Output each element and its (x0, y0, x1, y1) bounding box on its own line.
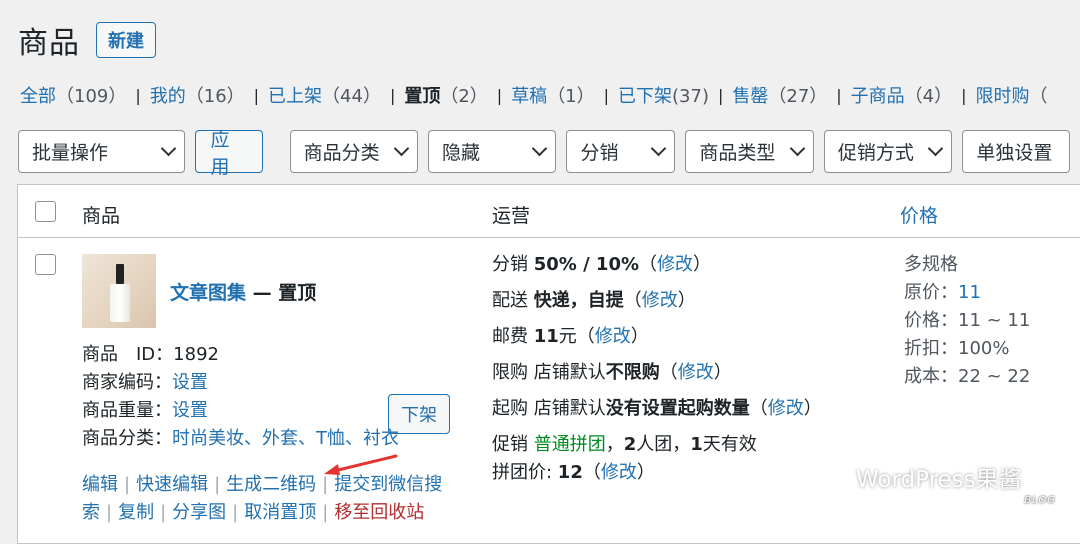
separator: | (603, 85, 610, 105)
category-select[interactable]: 商品分类 (289, 130, 419, 173)
chevron-down-icon (789, 140, 806, 157)
price-cost: 成本：22 ~ 22 (904, 366, 1031, 387)
table-header: 商品 运营 价格 (18, 185, 1080, 238)
distribution-select[interactable]: 分销 (566, 130, 676, 173)
separator: | (496, 85, 503, 105)
unsticky-link[interactable]: 取消置顶 (244, 502, 316, 523)
separator: | (961, 85, 967, 105)
filter-toolbar: 批量操作 应用 商品分类 隐藏 分销 商品类型 促销方式 单独设置 (18, 129, 1080, 178)
separator: | (717, 85, 724, 105)
separator: | (253, 85, 260, 105)
filter-draft[interactable]: 草稿（1） (511, 82, 594, 108)
product-weight: 商品重量：设置 (82, 400, 208, 421)
filter-mine[interactable]: 我的（16） (150, 82, 245, 108)
bulk-action-select[interactable]: 批量操作 (18, 130, 186, 173)
filter-published[interactable]: 已上架（44） (268, 82, 381, 108)
chevron-down-icon (161, 140, 177, 157)
filter-sticky[interactable]: 置顶（2） (404, 82, 487, 108)
price-discount: 折扣：100% (904, 338, 1010, 359)
ops-distribution: 分销 50% / 10%（修改） (492, 254, 712, 275)
product-title-link[interactable]: 文章图集 (170, 282, 246, 304)
price-range: 价格：11 ~ 11 (904, 310, 1031, 331)
quick-edit-link[interactable]: 快速编辑 (136, 474, 208, 495)
submit-wechat-search-link[interactable]: 提交到微信搜 (334, 474, 442, 495)
row-checkbox[interactable] (35, 254, 56, 275)
promotion-type-link[interactable]: 普通拼团 (534, 434, 606, 455)
product-sku: 商家编码：设置 (82, 372, 208, 393)
row-actions-2: 索 | 复制 | 分享图 | 取消置顶 | 移至回收站 (82, 502, 425, 523)
chevron-down-icon (651, 140, 667, 157)
visibility-select[interactable]: 隐藏 (428, 130, 557, 173)
original-price-link[interactable]: 11 (958, 282, 981, 303)
select-all-checkbox[interactable] (35, 201, 56, 222)
product-id: 商品 ID：1892 (82, 344, 219, 365)
product-state: — 置顶 (246, 282, 317, 304)
edit-group-price-link[interactable]: 修改 (601, 462, 637, 483)
weight-set-link[interactable]: 设置 (172, 400, 208, 421)
ops-group-price: 拼团价: 12（修改） (492, 462, 655, 483)
filter-soldout[interactable]: 售罄（27） (732, 82, 827, 108)
duplicate-link[interactable]: 复制 (118, 502, 154, 523)
title-row: 商品 新建 (18, 18, 156, 62)
edit-min-link[interactable]: 修改 (768, 398, 804, 419)
share-image-link[interactable]: 分享图 (172, 502, 226, 523)
column-header-price[interactable]: 价格 (900, 201, 938, 228)
ops-shipping: 邮费 11元（修改） (492, 326, 649, 347)
filter-subproducts[interactable]: 子商品（4） (851, 82, 952, 108)
category-links[interactable]: 时尚美妆、外套、T恤、衬衣 (172, 428, 399, 449)
bottle-image (110, 264, 130, 322)
page-title: 商品 (18, 26, 80, 61)
column-header-name[interactable]: 商品 (82, 201, 120, 228)
new-product-button[interactable]: 新建 (96, 22, 156, 58)
watermark: WordPress果酱 (808, 460, 1022, 494)
sku-set-link[interactable]: 设置 (172, 372, 208, 393)
ops-promotion: 促销 普通拼团，2人团，1天有效 (492, 434, 757, 455)
column-header-ops: 运营 (492, 205, 531, 227)
annotation-arrow-icon (324, 454, 398, 475)
edit-distribution-link[interactable]: 修改 (657, 254, 693, 275)
watermark-text: WordPress果酱 (856, 467, 1022, 493)
ops-delivery: 配送 快递，自提（修改） (492, 290, 696, 311)
filter-unlisted[interactable]: 已下架(37) (618, 82, 709, 108)
generate-qrcode-link[interactable]: 生成二维码 (226, 474, 316, 495)
edit-limit-link[interactable]: 修改 (678, 362, 714, 383)
product-thumbnail[interactable] (82, 254, 156, 328)
edit-delivery-link[interactable]: 修改 (642, 290, 678, 311)
status-filters: 全部（109） | 我的（16） | 已上架（44） | 置顶（2） | 草稿（… (20, 82, 1048, 108)
submit-wechat-search-link-cont[interactable]: 索 (82, 502, 100, 523)
product-type-select[interactable]: 商品类型 (685, 130, 814, 173)
price-original: 原价：11 (904, 282, 981, 303)
trash-link[interactable]: 移至回收站 (334, 502, 424, 523)
ops-min-purchase: 起购 店铺默认没有设置起购数量（修改） (492, 398, 822, 419)
edit-shipping-link[interactable]: 修改 (595, 326, 631, 347)
product-title: 文章图集 — 置顶 (170, 278, 316, 305)
edit-link[interactable]: 编辑 (82, 474, 118, 495)
wechat-icon (809, 462, 848, 492)
standalone-select[interactable]: 单独设置 (962, 130, 1071, 173)
separator: | (135, 85, 141, 105)
price-spec: 多规格 (904, 254, 958, 275)
apply-button[interactable]: 应用 (195, 129, 263, 178)
watermark-blog: BLOG (1024, 495, 1056, 506)
ops-purchase-limit: 限购 店铺默认不限购（修改） (492, 362, 732, 383)
chevron-down-icon (532, 140, 548, 157)
separator: | (836, 85, 842, 105)
product-categories: 商品分类：时尚美妆、外套、T恤、衬衣 (82, 428, 399, 449)
chevron-down-icon (393, 140, 410, 157)
chevron-down-icon (928, 140, 944, 157)
filter-all[interactable]: 全部（109） (20, 82, 126, 108)
promotion-select[interactable]: 促销方式 (823, 130, 953, 173)
filter-flash-sale[interactable]: 限时购（ (976, 82, 1048, 108)
separator: | (389, 85, 396, 105)
